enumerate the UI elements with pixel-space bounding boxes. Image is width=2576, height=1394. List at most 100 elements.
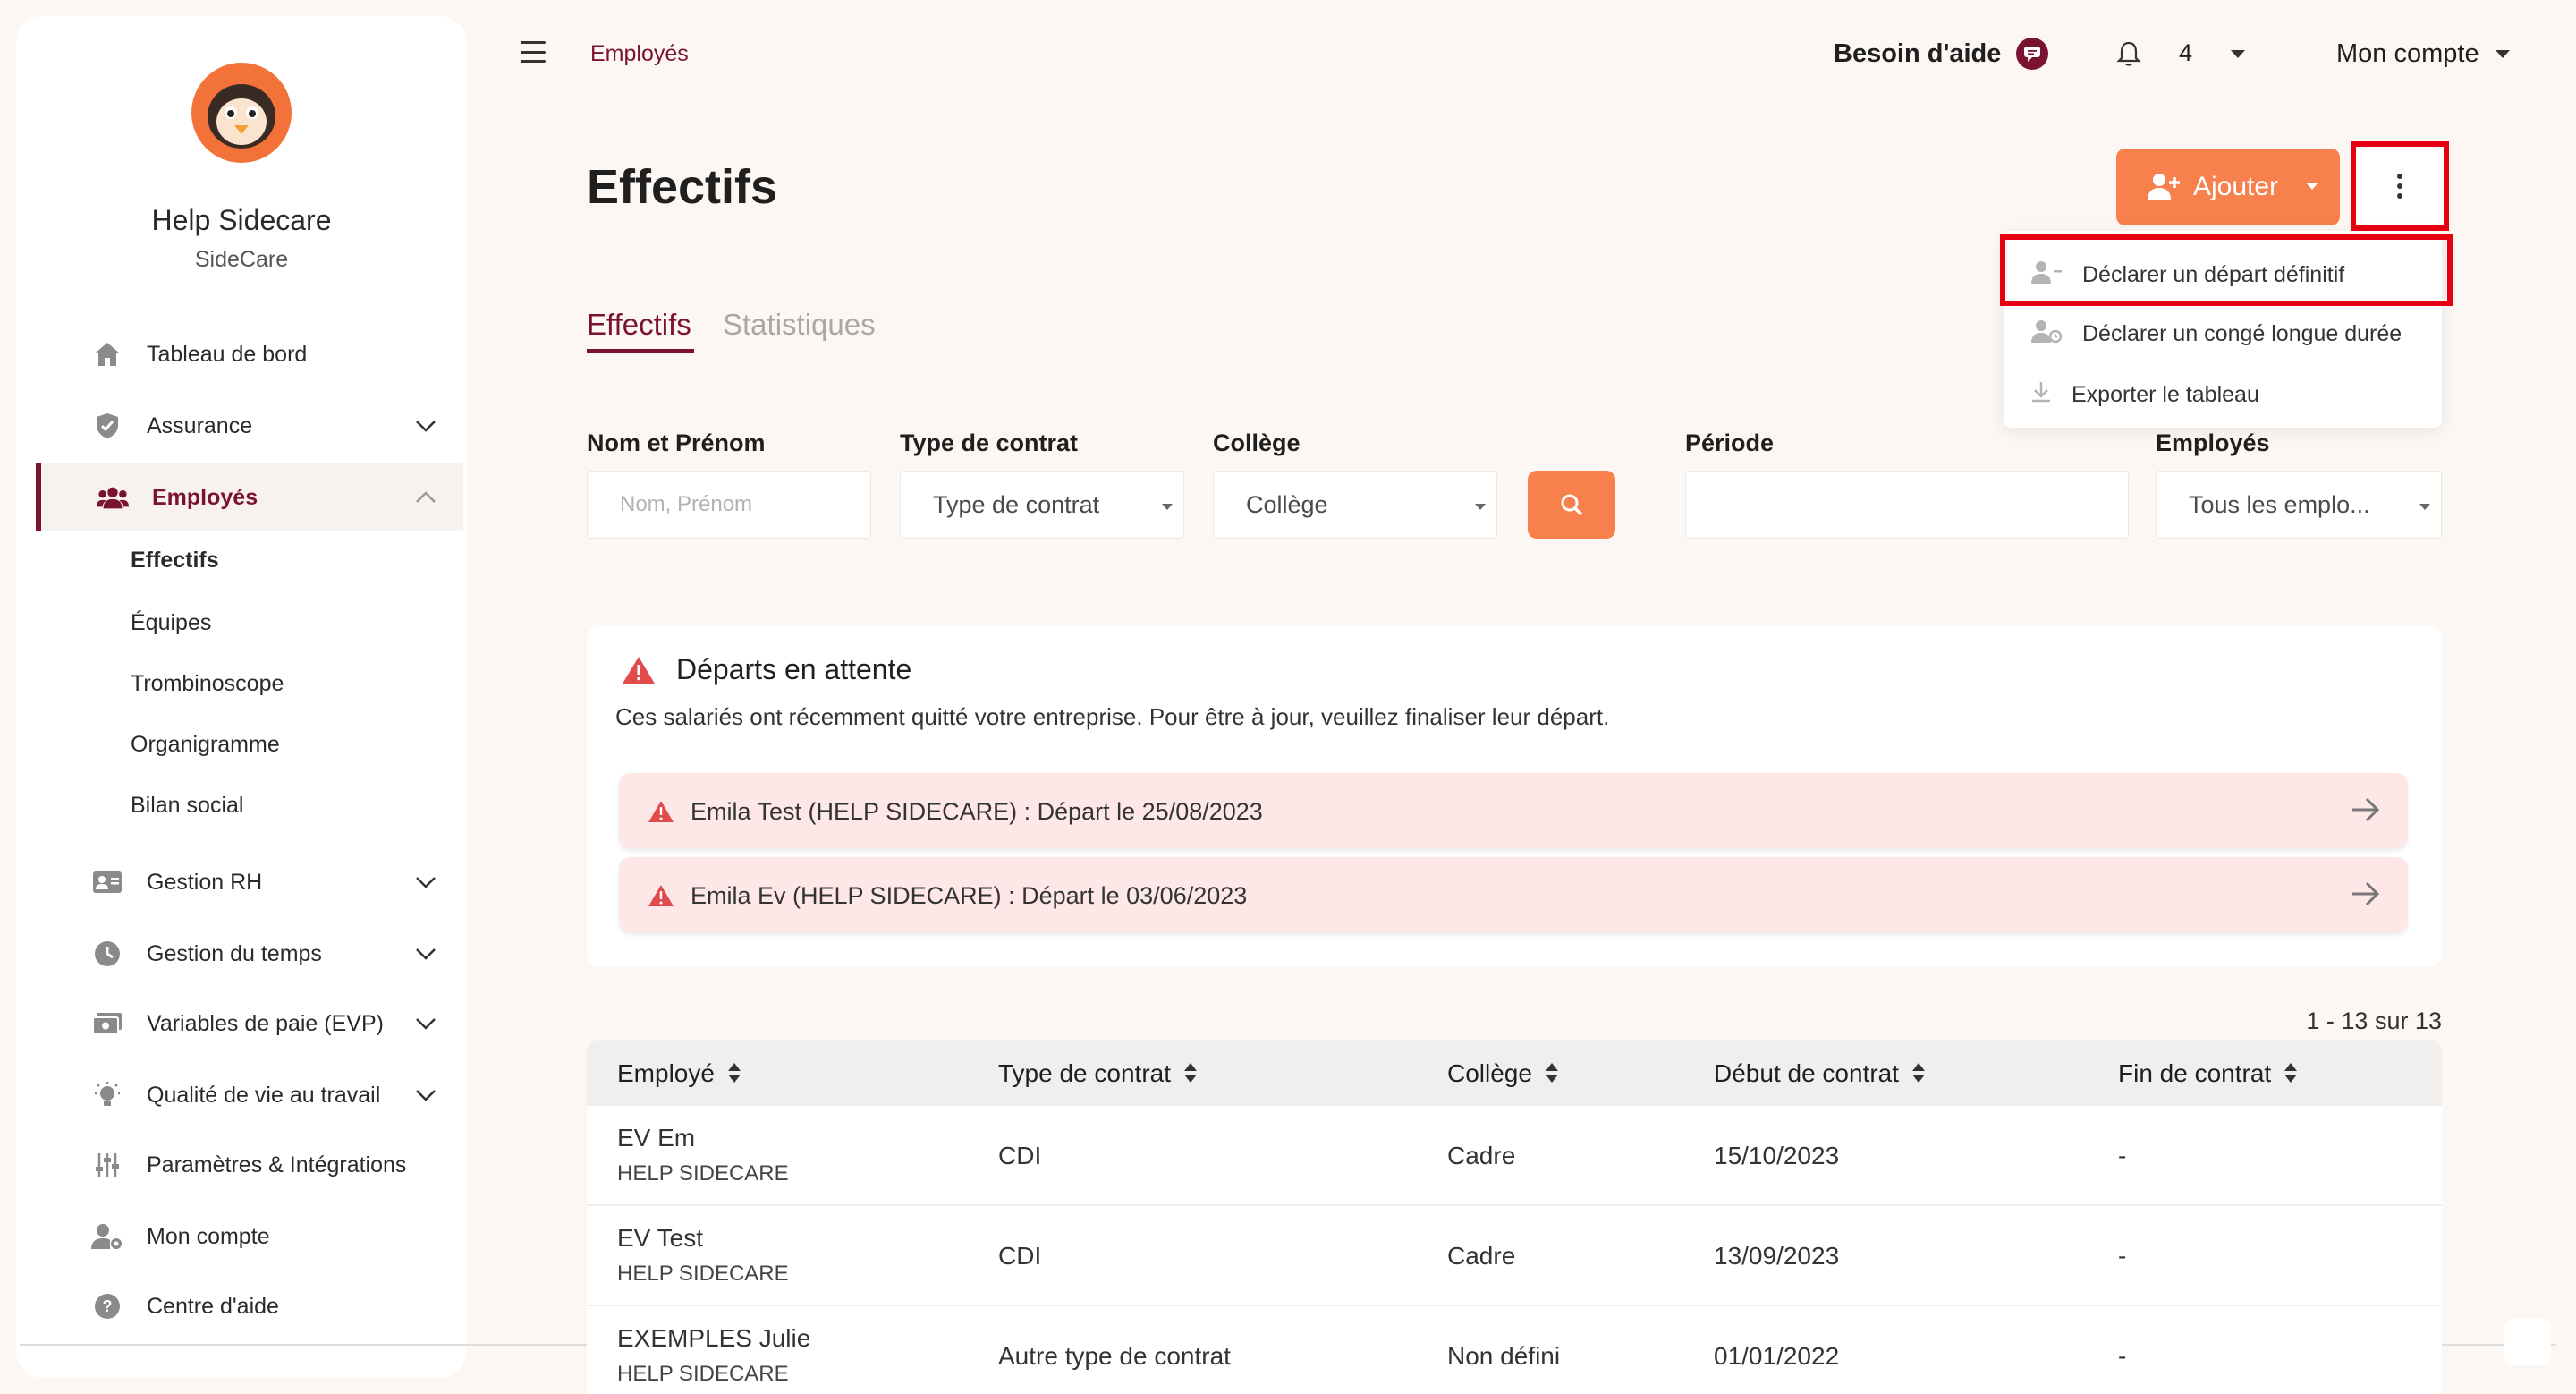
- sidebar-item-wellbeing[interactable]: Qualité de vie au travail: [36, 1061, 463, 1129]
- start-date: 01/01/2022: [1714, 1342, 1840, 1370]
- id-card-icon: [91, 866, 123, 898]
- column-header-contract[interactable]: Type de contrat: [998, 1059, 1198, 1090]
- user-gear-icon: [91, 1220, 123, 1253]
- account-menu[interactable]: Mon compte: [2336, 39, 2479, 69]
- org-name: Help Sidecare: [151, 204, 332, 236]
- sidebar-item-hr[interactable]: Gestion RH: [36, 848, 463, 916]
- departure-text: Emila Ev (HELP SIDECARE) : Départ le 03/…: [691, 882, 1248, 909]
- college-select[interactable]: Collège: [1213, 471, 1497, 539]
- chat-widget-button[interactable]: [2504, 1319, 2551, 1365]
- pending-departures-description: Ces salariés ont récemment quitté votre …: [615, 703, 1610, 730]
- download-icon: [2030, 380, 2052, 410]
- sidebar-item-label: Gestion du temps: [147, 940, 322, 966]
- chat-icon[interactable]: [2016, 38, 2048, 70]
- search-button[interactable]: [1528, 471, 1615, 539]
- name-search-input[interactable]: Nom, Prénom: [587, 471, 871, 539]
- period-filter-label: Période: [1685, 429, 1775, 456]
- arrow-right-icon[interactable]: [2351, 796, 2381, 828]
- column-header-label: Début de contrat: [1714, 1059, 1900, 1087]
- menu-item-export[interactable]: Exporter le tableau: [2004, 365, 2442, 424]
- employee-name[interactable]: EXEMPLES Julie: [617, 1324, 810, 1353]
- departure-row[interactable]: Emila Test (HELP SIDECARE) : Départ le 2…: [619, 773, 2408, 848]
- chevron-down-icon: [413, 870, 438, 895]
- employee-name[interactable]: EV Test: [617, 1224, 703, 1253]
- caret-down-icon: [2419, 504, 2430, 510]
- bell-icon[interactable]: [2114, 39, 2143, 68]
- tab-effectifs[interactable]: Effectifs: [587, 308, 691, 342]
- employee-name[interactable]: EV Em: [617, 1124, 695, 1152]
- sort-icon: [2284, 1061, 2298, 1090]
- employee-company: HELP SIDECARE: [617, 1262, 789, 1286]
- lightbulb-icon: [91, 1079, 123, 1111]
- chevron-down-icon: [413, 413, 438, 438]
- sort-icon: [727, 1061, 741, 1090]
- kebab-icon: [2397, 174, 2402, 199]
- arrow-right-icon[interactable]: [2351, 880, 2381, 912]
- column-header-employee[interactable]: Employé: [617, 1059, 741, 1090]
- end-date: -: [2118, 1142, 2127, 1169]
- departure-text: Emila Test (HELP SIDECARE) : Départ le 2…: [691, 798, 1263, 825]
- contract-filter-label: Type de contrat: [900, 429, 1079, 456]
- sidebar-item-dashboard[interactable]: Tableau de bord: [36, 320, 463, 388]
- period-input[interactable]: [1685, 471, 2129, 539]
- contract-type-value: Type de contrat: [933, 490, 1100, 518]
- menu-toggle-icon[interactable]: [521, 41, 546, 63]
- more-options-button[interactable]: [2351, 141, 2449, 231]
- sidebar-item-employees[interactable]: Employés: [36, 463, 463, 531]
- sidebar-item-account[interactable]: Mon compte: [36, 1203, 463, 1271]
- sidebar-item-label: Assurance: [147, 412, 253, 438]
- breadcrumb[interactable]: Employés: [590, 41, 689, 67]
- warning-icon: [648, 884, 674, 912]
- clock-icon: [91, 938, 123, 970]
- users-icon: [97, 481, 129, 514]
- notifications-dropdown-icon[interactable]: [2231, 50, 2245, 58]
- sidebar-subitem-social-report[interactable]: Bilan social: [131, 793, 243, 819]
- account-caret-icon: [2496, 50, 2510, 58]
- sidebar-item-insurance[interactable]: Assurance: [36, 392, 463, 460]
- sort-icon: [1545, 1061, 1559, 1090]
- column-header-end-date[interactable]: Fin de contrat: [2118, 1059, 2298, 1090]
- caret-down-icon: [2306, 183, 2318, 190]
- end-date: -: [2118, 1342, 2127, 1370]
- sidebar-item-settings[interactable]: Paramètres & Intégrations: [36, 1131, 463, 1199]
- sidebar-item-payroll[interactable]: Variables de paie (EVP): [36, 990, 463, 1058]
- employees-select[interactable]: Tous les emplo...: [2156, 471, 2442, 539]
- chevron-up-icon: [413, 485, 438, 510]
- warning-icon: [648, 800, 674, 828]
- active-tab-indicator: [587, 349, 694, 353]
- sidebar-subitem-effectifs[interactable]: Effectifs: [131, 548, 219, 574]
- column-header-start-date[interactable]: Début de contrat: [1714, 1059, 1926, 1090]
- sidebar-item-help-center[interactable]: ? Centre d'aide: [36, 1272, 463, 1340]
- column-header-label: Type de contrat: [998, 1059, 1172, 1087]
- sort-icon: [1911, 1061, 1926, 1090]
- sidebar-item-label: Mon compte: [147, 1223, 270, 1249]
- departure-row[interactable]: Emila Ev (HELP SIDECARE) : Départ le 03/…: [619, 857, 2408, 932]
- chevron-down-icon: [413, 941, 438, 966]
- column-header-college[interactable]: Collège: [1447, 1059, 1559, 1090]
- column-header-label: Fin de contrat: [2118, 1059, 2272, 1087]
- sidebar-item-label: Qualité de vie au travail: [147, 1082, 381, 1108]
- sidebar-item-label: Gestion RH: [147, 869, 263, 895]
- sort-icon: [1183, 1061, 1198, 1090]
- sidebar-subitem-organigram[interactable]: Organigramme: [131, 732, 280, 758]
- add-button[interactable]: Ajouter: [2116, 149, 2340, 225]
- sidebar-item-label: Employés: [152, 484, 258, 510]
- tab-statistics[interactable]: Statistiques: [723, 308, 876, 342]
- pending-departures-title: Départs en attente: [676, 653, 912, 685]
- menu-item-declare-leave[interactable]: Déclarer un congé longue durée: [2004, 304, 2442, 363]
- college-filter-label: Collège: [1213, 429, 1301, 456]
- sidebar-subitem-trombinoscope[interactable]: Trombinoscope: [131, 671, 284, 697]
- chevron-down-icon: [413, 1083, 438, 1108]
- employees-filter-label: Employés: [2156, 429, 2270, 456]
- college: Cadre: [1447, 1142, 1516, 1169]
- sidebar-item-time[interactable]: Gestion du temps: [36, 920, 463, 988]
- question-icon: ?: [91, 1290, 123, 1322]
- sidebar-subitem-teams[interactable]: Équipes: [131, 610, 211, 636]
- money-icon: [91, 1007, 123, 1040]
- caret-down-icon: [1162, 504, 1173, 510]
- help-link[interactable]: Besoin d'aide: [1834, 39, 2001, 69]
- column-header-label: Collège: [1447, 1059, 1532, 1087]
- end-date: -: [2118, 1242, 2127, 1270]
- contract-type-select[interactable]: Type de contrat: [900, 471, 1184, 539]
- highlight-box: [2000, 234, 2453, 306]
